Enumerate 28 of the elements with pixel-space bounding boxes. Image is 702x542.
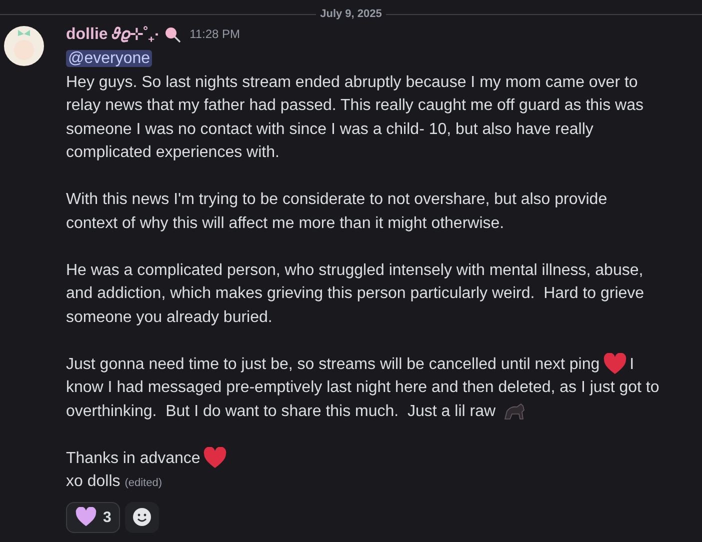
message-text: Thanks in advance bbox=[66, 448, 200, 468]
timestamp: 11:28 PM bbox=[190, 26, 240, 44]
mention[interactable]: @everyone bbox=[66, 50, 152, 67]
message-text: overthinking. But I do want to share this much. Just a lil raw bbox=[66, 402, 496, 422]
message-text: and addiction, which makes grieving this person particularly weird. Hard to grieve bbox=[66, 284, 644, 304]
message-text: I bbox=[630, 354, 634, 374]
message-text: someone I was no contact with since I was a child- 10, but also have really bbox=[66, 120, 594, 140]
edited-label: (edited) bbox=[124, 477, 162, 489]
message-text: He was a complicated person, who struggled intensely with mental illness, abuse, bbox=[66, 260, 644, 280]
add-reaction-button[interactable] bbox=[125, 502, 160, 532]
message-text: xo dolls bbox=[66, 473, 120, 490]
lollipop-icon bbox=[164, 26, 182, 44]
message-text: relay news that my father had passed. This really caught me off guard as this was bbox=[66, 96, 644, 116]
animal-icon bbox=[502, 402, 527, 420]
message-text: know I had messaged pre-emptively last night here and then deleted, as I just got to bbox=[66, 378, 660, 398]
message-text: Hey guys. So last nights stream ended abruptly because I my mom came over to bbox=[66, 72, 638, 92]
heart-icon bbox=[602, 353, 627, 376]
message-text: context of why this will affect me more than it might otherwise. bbox=[66, 214, 504, 234]
message-text: complicated experiences with. bbox=[66, 143, 280, 163]
heart-icon bbox=[203, 447, 228, 470]
message-text: Just gonna need time to just be, so streams will be cancelled until next ping bbox=[66, 354, 600, 374]
message-text: With this news I'm trying to be considerate to not overshare, but also provide bbox=[66, 190, 608, 210]
avatar[interactable] bbox=[4, 26, 44, 66]
username[interactable]: dollie 𝜗𝜚⊹˚₊‧ bbox=[66, 23, 159, 47]
heart-icon bbox=[75, 507, 97, 527]
reaction-button[interactable]: 3 bbox=[66, 502, 120, 532]
smiley-icon bbox=[132, 507, 152, 527]
message-text: someone you already buried. bbox=[66, 308, 272, 328]
